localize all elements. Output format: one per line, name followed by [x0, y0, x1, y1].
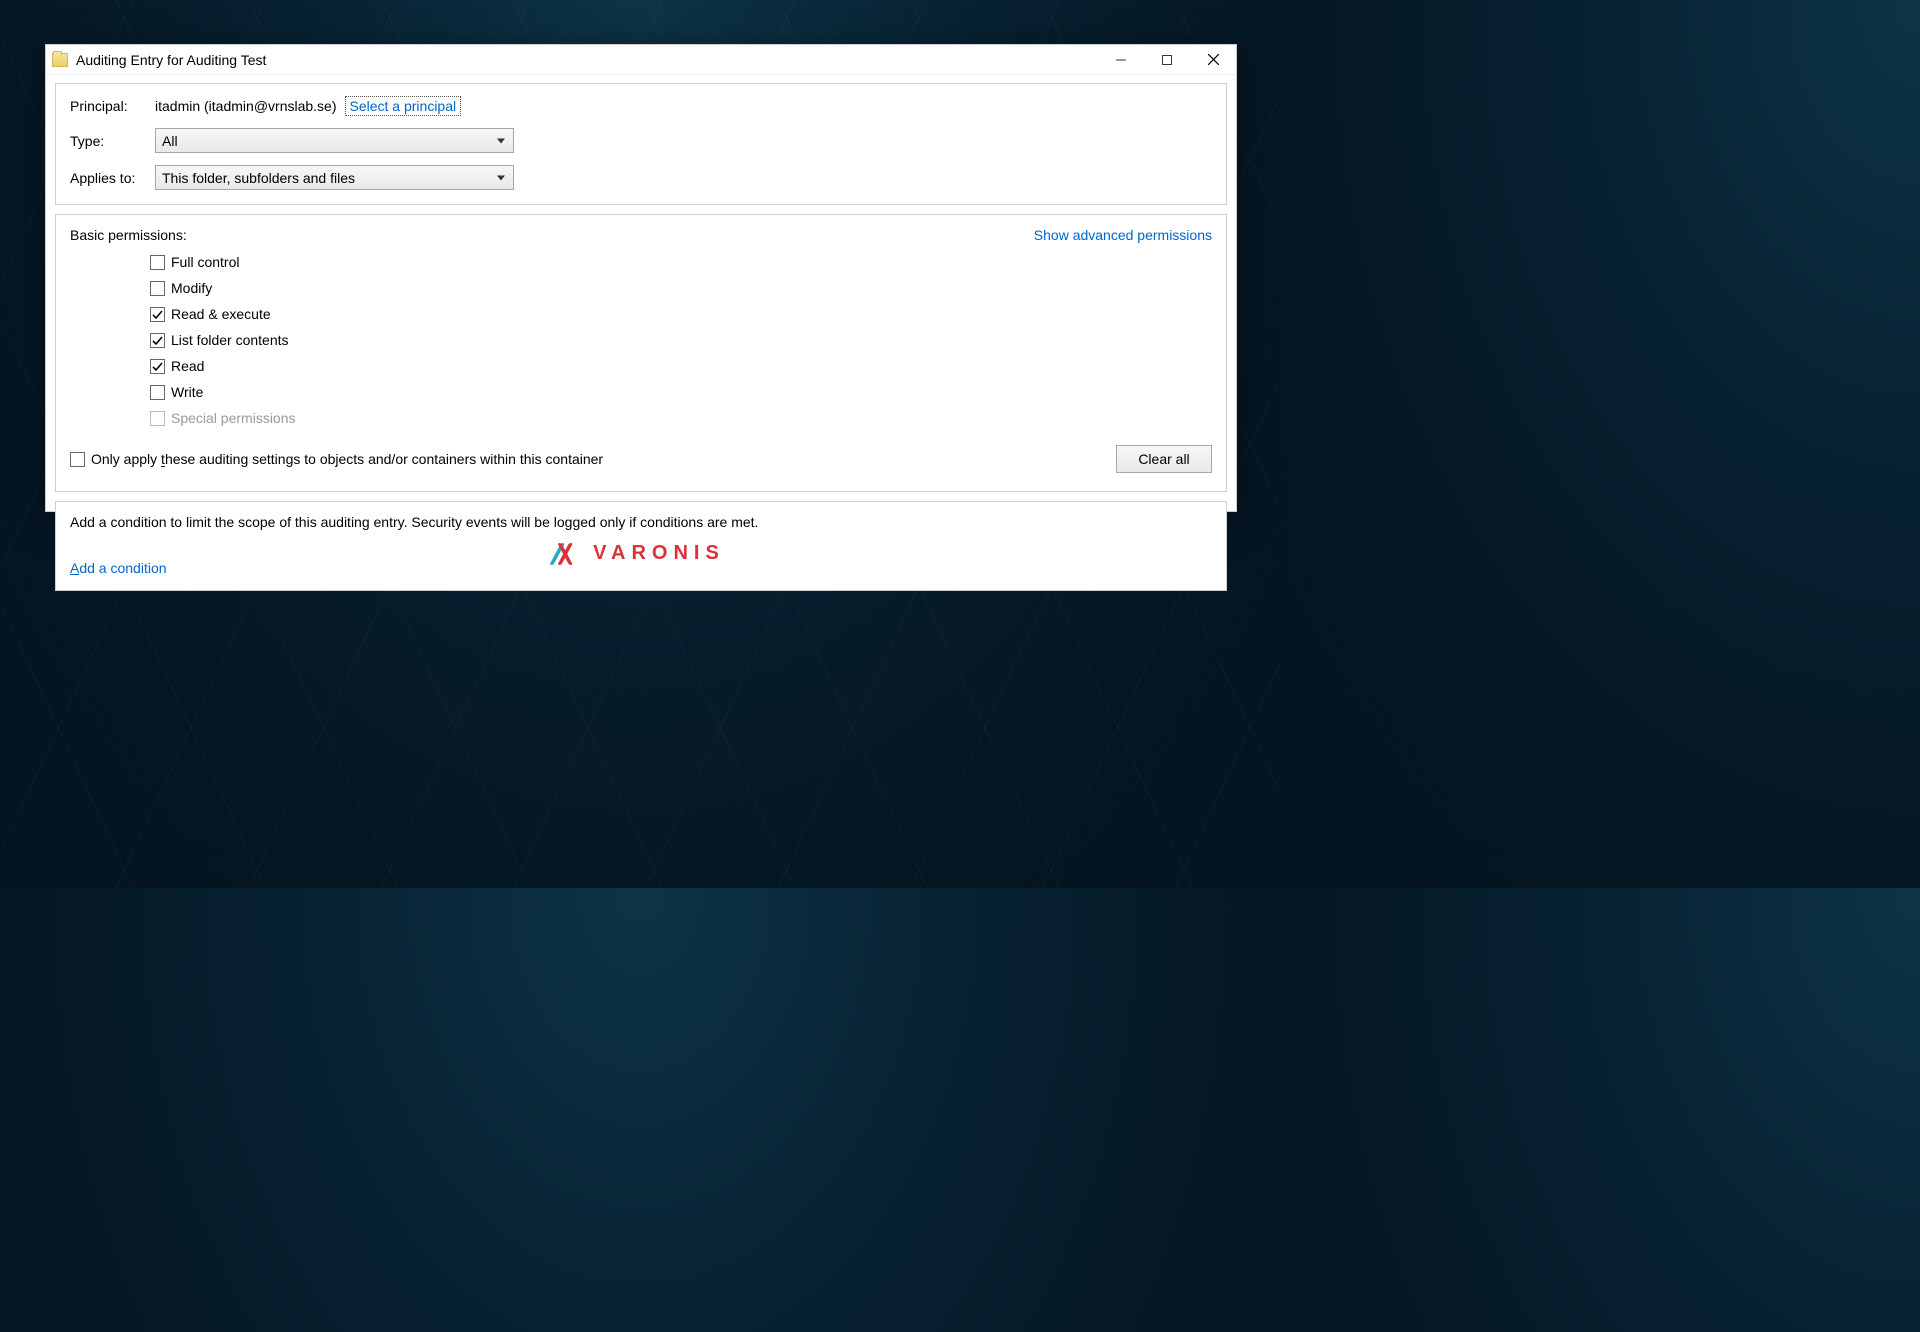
- type-select[interactable]: All: [155, 128, 514, 153]
- minimize-button[interactable]: [1098, 45, 1144, 75]
- permission-label: Read & execute: [171, 306, 271, 322]
- show-advanced-permissions-link[interactable]: Show advanced permissions: [1034, 227, 1212, 243]
- permission-item[interactable]: List folder contents: [150, 327, 1212, 353]
- permission-checkbox[interactable]: [150, 333, 165, 348]
- permissions-list: Full control Modify Read & execute List fol…: [150, 249, 1212, 431]
- permission-checkbox[interactable]: [150, 359, 165, 374]
- auditing-entry-window: Auditing Entry for Auditing Test Princip…: [45, 44, 1237, 512]
- permission-checkbox[interactable]: [150, 307, 165, 322]
- permission-item: Special permissions: [150, 405, 1212, 431]
- applies-to-label: Applies to:: [70, 170, 155, 186]
- permission-label: Modify: [171, 280, 212, 296]
- folder-icon: [52, 53, 68, 67]
- permission-label: Full control: [171, 254, 239, 270]
- permission-checkbox[interactable]: [150, 281, 165, 296]
- permissions-panel: Basic permissions: Show advanced permiss…: [55, 214, 1227, 492]
- condition-text: Add a condition to limit the scope of th…: [70, 514, 1212, 530]
- applies-to-select[interactable]: This folder, subfolders and files: [155, 165, 514, 190]
- permission-checkbox[interactable]: [150, 255, 165, 270]
- only-apply-label: Only apply these auditing settings to ob…: [91, 451, 603, 467]
- permission-checkbox: [150, 411, 165, 426]
- titlebar: Auditing Entry for Auditing Test: [46, 45, 1236, 75]
- add-condition-link[interactable]: Add a condition: [70, 560, 167, 576]
- permission-label: Special permissions: [171, 410, 296, 426]
- permission-item[interactable]: Read: [150, 353, 1212, 379]
- principal-value: itadmin (itadmin@vrnslab.se): [155, 98, 337, 114]
- permission-item[interactable]: Full control: [150, 249, 1212, 275]
- principal-label: Principal:: [70, 98, 155, 114]
- principal-panel: Principal: itadmin (itadmin@vrnslab.se) …: [55, 83, 1227, 205]
- permission-label: List folder contents: [171, 332, 289, 348]
- varonis-logo: VARONIS: [555, 542, 725, 565]
- only-apply-checkbox[interactable]: [70, 452, 85, 467]
- varonis-wordmark: VARONIS: [593, 542, 725, 565]
- permission-item[interactable]: Write: [150, 379, 1212, 405]
- clear-all-button[interactable]: Clear all: [1116, 445, 1212, 473]
- permission-item[interactable]: Modify: [150, 275, 1212, 301]
- permission-label: Read: [171, 358, 204, 374]
- applies-to-select-value: This folder, subfolders and files: [162, 170, 355, 186]
- select-principal-link[interactable]: Select a principal: [345, 96, 462, 116]
- only-apply-checkbox-row[interactable]: Only apply these auditing settings to ob…: [70, 451, 603, 467]
- permission-item[interactable]: Read & execute: [150, 301, 1212, 327]
- permission-label: Write: [171, 384, 203, 400]
- varonis-mark-icon: [555, 543, 583, 565]
- close-button[interactable]: [1190, 45, 1236, 75]
- basic-permissions-label: Basic permissions:: [70, 227, 187, 243]
- maximize-button[interactable]: [1144, 45, 1190, 75]
- permission-checkbox[interactable]: [150, 385, 165, 400]
- type-select-value: All: [162, 133, 178, 149]
- window-title: Auditing Entry for Auditing Test: [76, 52, 266, 68]
- type-label: Type:: [70, 133, 155, 149]
